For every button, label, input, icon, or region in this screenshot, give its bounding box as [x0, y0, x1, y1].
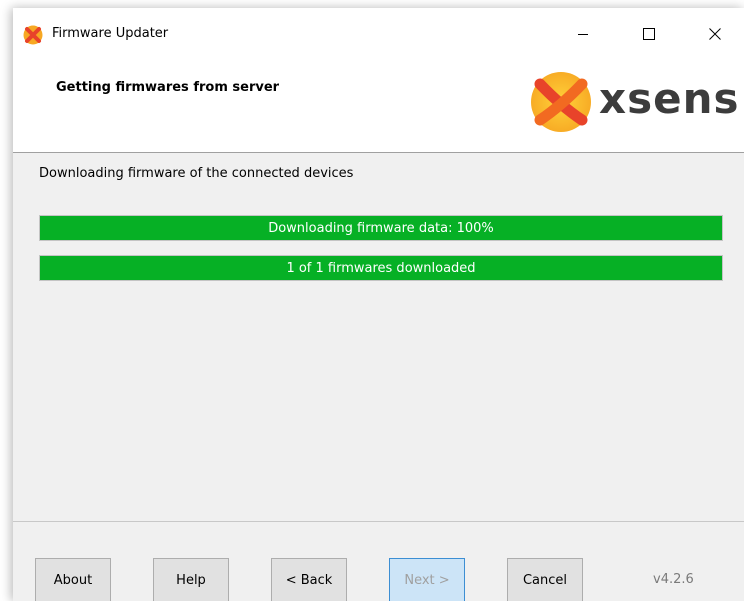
firmware-data-progress-bar: Downloading firmware data: 100% [39, 215, 723, 241]
back-button[interactable]: < Back [271, 558, 347, 601]
footer-divider [13, 521, 744, 522]
maximize-icon [643, 28, 655, 40]
next-button[interactable]: Next > [389, 558, 465, 601]
page-title: Getting firmwares from server [56, 80, 280, 95]
close-button[interactable] [695, 20, 735, 48]
brand-name: xsens [599, 74, 740, 123]
firmwares-downloaded-progress-bar: 1 of 1 firmwares downloaded [39, 255, 723, 281]
version-label: v4.2.6 [653, 572, 694, 587]
minimize-button[interactable] [563, 20, 603, 48]
close-icon [709, 28, 721, 40]
progress-label: 1 of 1 firmwares downloaded [286, 260, 476, 276]
wizard-header: Getting firmwares from server xsens [13, 60, 744, 153]
firmware-updater-window: Firmware Updater Getting firmwares from … [13, 8, 744, 601]
progress-label: Downloading firmware data: 100% [268, 220, 494, 236]
window-title: Firmware Updater [52, 26, 169, 41]
minimize-icon [578, 34, 588, 35]
title-bar[interactable]: Firmware Updater [13, 8, 744, 60]
status-description: Downloading firmware of the connected de… [39, 166, 354, 181]
about-button[interactable]: About [35, 558, 111, 601]
xsens-logo-icon [23, 25, 43, 45]
cancel-button[interactable]: Cancel [507, 558, 583, 601]
xsens-logo-mark [531, 72, 591, 132]
help-button[interactable]: Help [153, 558, 229, 601]
maximize-button[interactable] [629, 20, 669, 48]
